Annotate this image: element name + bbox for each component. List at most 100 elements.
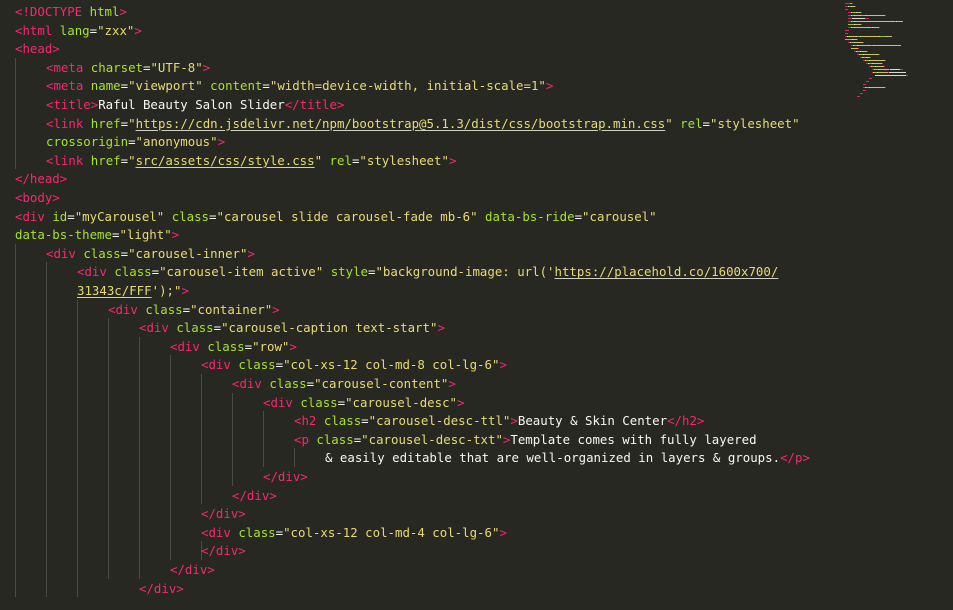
minimap-stroke (878, 72, 888, 73)
code-token: " (314, 152, 323, 168)
code-token: <div (15, 208, 45, 224)
code-line[interactable]: data-bs-theme="light"> (15, 225, 179, 244)
code-line[interactable]: </div> (139, 579, 184, 598)
code-line[interactable]: <head> (15, 39, 60, 58)
indent-guide (263, 411, 264, 467)
code-line[interactable]: <meta charset="UTF-8"> (46, 58, 210, 77)
code-token: " (665, 115, 673, 131)
code-token: class (238, 524, 276, 540)
code-token: > (181, 283, 189, 298)
code-token: = (120, 245, 129, 261)
code-line[interactable]: <div class="col-xs-12 col-md-8 col-lg-6"… (201, 355, 507, 374)
code-token: lang (59, 22, 90, 38)
code-token: data-bs-theme (15, 227, 112, 243)
minimap-stroke (856, 27, 868, 28)
code-token: </head> (15, 171, 68, 187)
code-line[interactable]: </div> (201, 541, 246, 560)
code-token: = (151, 264, 160, 280)
code-line[interactable]: crossorigin="anonymous"> (46, 132, 225, 151)
code-editor[interactable]: <!DOCTYPE html> <html lang="zxx"> <head> <m… (0, 0, 840, 610)
code-token: content (210, 78, 263, 94)
code-line[interactable]: </div> (170, 560, 215, 579)
code-token: = (337, 394, 346, 410)
code-line[interactable]: <div class="carousel-item active" style=… (77, 262, 778, 281)
minimap-stroke (870, 57, 871, 58)
code-line[interactable]: <title>Raful Beauty Salon Slider</title> (46, 95, 344, 114)
code-token: "stylesheet" (359, 152, 449, 168)
minimap-stroke (869, 78, 872, 79)
code-line[interactable]: <div class="carousel-desc"> (263, 393, 464, 412)
code-line[interactable]: </div> (201, 504, 246, 523)
code-line[interactable]: </div> (263, 467, 308, 486)
code-token: > (499, 524, 507, 540)
minimap-stroke (857, 96, 860, 97)
code-token: "carousel-inner" (128, 245, 248, 261)
code-line[interactable]: <div class="col-xs-12 col-md-4 col-lg-6"… (201, 523, 507, 542)
minimap-stroke (855, 6, 856, 7)
minimap-stroke (866, 81, 869, 82)
code-line[interactable]: 31343c/FFF');"> (77, 281, 189, 300)
code-token: Beauty & Skin Center (517, 413, 668, 429)
minimap-stroke (873, 63, 882, 64)
code-token: "myCarousel" (74, 208, 165, 224)
minimap-stroke (858, 45, 869, 46)
code-line[interactable]: <html lang="zxx"> (15, 21, 142, 40)
minimap-stroke (885, 15, 886, 16)
code-token: "zxx" (97, 22, 135, 38)
code-token: > (448, 376, 456, 391)
code-token: <link (46, 152, 84, 168)
code-token: > (171, 227, 180, 243)
code-token: "carousel-item active" (159, 264, 324, 280)
code-line[interactable]: & easily editable that are well-organize… (325, 448, 810, 467)
code-token: </div> (139, 580, 184, 596)
code-line[interactable]: <div class="row"> (170, 337, 297, 356)
code-token: = (306, 376, 315, 391)
code-token: "stylesheet" (710, 115, 800, 131)
code-token: <link (46, 115, 84, 131)
minimap-stroke (889, 72, 906, 73)
code-line[interactable]: <meta name="viewport" content="width=dev… (46, 76, 553, 95)
minimap[interactable] (841, 0, 953, 200)
minimap-stroke (857, 39, 858, 40)
code-line[interactable]: <p class="carousel-desc-txt">Template co… (294, 430, 757, 449)
code-token: = (574, 208, 583, 224)
indent-guide (294, 448, 295, 467)
minimap-stroke (860, 93, 863, 94)
code-token: html (89, 4, 120, 19)
code-line[interactable]: </div> (232, 486, 277, 505)
code-line[interactable]: <!DOCTYPE html> (15, 2, 127, 21)
code-line[interactable]: <div id="myCarousel" class="carousel sli… (15, 207, 657, 226)
code-line[interactable]: <body> (15, 188, 60, 207)
code-token: id (52, 208, 68, 224)
code-token: style (330, 264, 368, 280)
code-token: class (238, 357, 276, 373)
minimap-stroke (876, 66, 884, 67)
code-line[interactable]: <link href="src/assets/css/style.css" re… (46, 151, 456, 170)
code-line[interactable]: <div class="carousel-content"> (232, 374, 456, 393)
indent-guide (139, 336, 140, 579)
code-line[interactable]: <div class="container"> (108, 300, 280, 319)
code-token: = (120, 152, 129, 168)
code-line[interactable]: </head> (15, 169, 67, 188)
code-token: </div> (170, 562, 215, 577)
code-line[interactable]: <h2 class="carousel-desc-ttl">Beauty & S… (294, 411, 704, 430)
code-line[interactable]: <div class="carousel-caption text-start"… (139, 318, 445, 337)
minimap-stroke (874, 45, 886, 46)
code-token: "carousel-desc-ttl" (368, 413, 511, 429)
minimap-stroke (845, 39, 852, 40)
code-line[interactable]: <link href="https://cdn.jsdelivr.net/npm… (46, 114, 800, 133)
code-token: <meta (46, 59, 84, 75)
minimap-stroke (900, 69, 903, 70)
minimap-stroke (875, 75, 906, 76)
minimap-stroke (863, 84, 866, 85)
indent-guide (232, 392, 233, 486)
code-token: = (361, 413, 369, 429)
code-token: "light" (119, 227, 172, 243)
code-line[interactable]: <div class="carousel-inner"> (46, 244, 255, 263)
